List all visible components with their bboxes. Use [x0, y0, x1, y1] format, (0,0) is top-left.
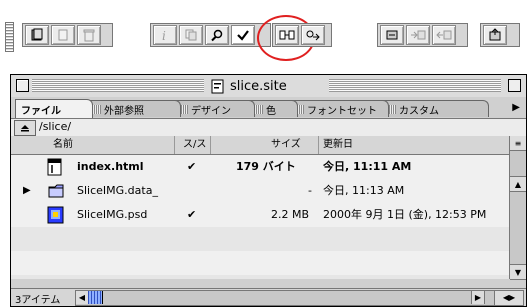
psd-file-icon: [47, 206, 65, 227]
duplicate-button[interactable]: [179, 25, 203, 45]
tab-label: カスタム: [399, 105, 439, 117]
file-size: 2.2 MB: [271, 208, 310, 221]
window-title: slice.site: [206, 77, 291, 95]
tab-label: ファイル: [21, 105, 61, 117]
column-size[interactable]: サイズ: [211, 136, 319, 154]
tab-label: 外部参照: [104, 105, 144, 117]
window-titlebar[interactable]: slice.site: [11, 75, 526, 98]
title-stripes-left: [32, 79, 204, 92]
eject-icon: [21, 125, 29, 132]
path-label: /slice/: [39, 120, 72, 133]
column-header: 名前 ス/ス サイズ 更新日: [11, 136, 511, 155]
link-button[interactable]: [275, 25, 299, 45]
info-button[interactable]: i: [153, 25, 177, 45]
file-status: ✔: [187, 160, 197, 173]
status-bar: 3アイテム ◀ ▶ ◀▶: [11, 288, 526, 306]
file-name: SliceIMG.data_: [77, 184, 158, 197]
tab-scroll-right-icon[interactable]: ▶: [512, 102, 520, 113]
arrow-link-icon: [306, 30, 320, 41]
svg-text:i: i: [162, 29, 166, 42]
file-row[interactable]: SliceIMG.psd ✔ 2.2 MB 2000年 9月 1日 (金), 1…: [11, 203, 511, 227]
file-modified: 2000年 9月 1日 (金), 12:53 PM: [323, 208, 487, 221]
tab-fontset[interactable]: フォントセット: [289, 100, 389, 117]
file-list: index.html ✔ 179 バイト 今日, 11:11 AM ▶ Slic…: [11, 155, 511, 279]
path-bar: /slice/: [11, 118, 526, 137]
tab-label: デザイン: [191, 105, 231, 117]
site-window: slice.site カスタム フォントセット 色 デザイン 外部参照 ファイル…: [10, 74, 527, 307]
delete-button[interactable]: [77, 25, 101, 45]
plugin-in-button[interactable]: [406, 25, 430, 45]
vertical-scrollbar[interactable]: ≡ ▲ ▼: [509, 136, 526, 280]
split-arrows-icon[interactable]: ◀▶: [494, 290, 524, 306]
file-name: index.html: [77, 160, 144, 173]
empty-row: [11, 275, 511, 279]
file-icon: [58, 29, 68, 41]
zoom-box[interactable]: [508, 79, 521, 92]
window-title-text: slice.site: [230, 78, 287, 94]
site-icon: [31, 28, 43, 41]
file-name: SliceIMG.psd: [77, 208, 148, 221]
find-button[interactable]: [205, 25, 229, 45]
tab-files[interactable]: ファイル: [15, 99, 93, 118]
tab-design[interactable]: デザイン: [173, 100, 255, 117]
search-icon: [211, 29, 223, 42]
copy-icon: [185, 29, 197, 41]
plugin-out-button[interactable]: [432, 25, 456, 45]
file-size: 179 バイト: [236, 160, 296, 173]
new-site-button[interactable]: [25, 25, 49, 45]
toolbar-grip[interactable]: [5, 22, 14, 52]
site-file-icon: [211, 79, 224, 94]
toolbar-group-edit: i: [150, 23, 271, 47]
upload-icon: [489, 28, 501, 41]
toolbar-group-upload: [480, 23, 520, 47]
plugin-in-icon: [411, 30, 426, 40]
toolbar-group-site: [22, 23, 113, 47]
title-stripes-right: [329, 79, 501, 92]
file-row[interactable]: ▶ SliceIMG.data_ - 今日, 11:13 AM: [11, 179, 511, 203]
tab-label: 色: [266, 105, 276, 117]
trash-icon: [83, 29, 95, 42]
file-modified: 今日, 11:11 AM: [323, 160, 412, 173]
toolbar-group-links: [272, 23, 332, 47]
file-modified: 今日, 11:13 AM: [323, 184, 405, 197]
link-icon: [279, 30, 295, 40]
tab-external-refs[interactable]: 外部参照: [86, 100, 181, 117]
tab-custom[interactable]: カスタム: [381, 100, 489, 117]
path-popup-button[interactable]: [14, 120, 36, 136]
check-button[interactable]: [231, 25, 255, 45]
column-status[interactable]: ス/ス: [175, 136, 211, 154]
scroll-right-icon[interactable]: ▶: [471, 291, 485, 304]
column-modified[interactable]: 更新日: [319, 136, 511, 154]
tab-stripe-icon: [254, 104, 263, 114]
checkmark-icon: [237, 30, 249, 41]
plugin-icon: [386, 30, 398, 40]
tab-label: フォントセット: [307, 105, 377, 117]
folder-icon: [47, 183, 65, 202]
close-box[interactable]: [16, 79, 29, 92]
scroll-down-icon[interactable]: ▼: [510, 264, 526, 280]
tab-bar: カスタム フォントセット 色 デザイン 外部参照 ファイル ▶: [11, 97, 526, 118]
horizontal-scrollbar[interactable]: ◀ ▶: [75, 290, 497, 306]
toolbar: i: [5, 15, 527, 61]
html-file-icon: [47, 158, 63, 179]
file-size: -: [308, 184, 312, 197]
column-name[interactable]: 名前: [11, 136, 175, 154]
toolbar-group-plugins: [377, 23, 468, 47]
scroll-thumb[interactable]: [88, 291, 103, 304]
item-count: 3アイテム: [15, 295, 61, 306]
upload-button[interactable]: [483, 25, 507, 45]
scroll-header-icon: ≡: [510, 136, 526, 151]
info-icon: i: [162, 29, 166, 42]
file-status: ✔: [187, 208, 197, 221]
plugin-out-icon: [436, 30, 452, 40]
file-row[interactable]: index.html ✔ 179 バイト 今日, 11:11 AM: [11, 155, 511, 179]
new-file-button[interactable]: [51, 25, 75, 45]
tab-color[interactable]: 色: [248, 100, 298, 117]
empty-row: [11, 227, 511, 251]
scroll-up-icon[interactable]: ▲: [510, 176, 526, 192]
tab-stripe-icon: [92, 104, 101, 114]
disclosure-triangle-icon[interactable]: ▶: [23, 179, 31, 203]
link-arrow-button[interactable]: [301, 25, 325, 45]
plugin-button[interactable]: [380, 25, 404, 45]
